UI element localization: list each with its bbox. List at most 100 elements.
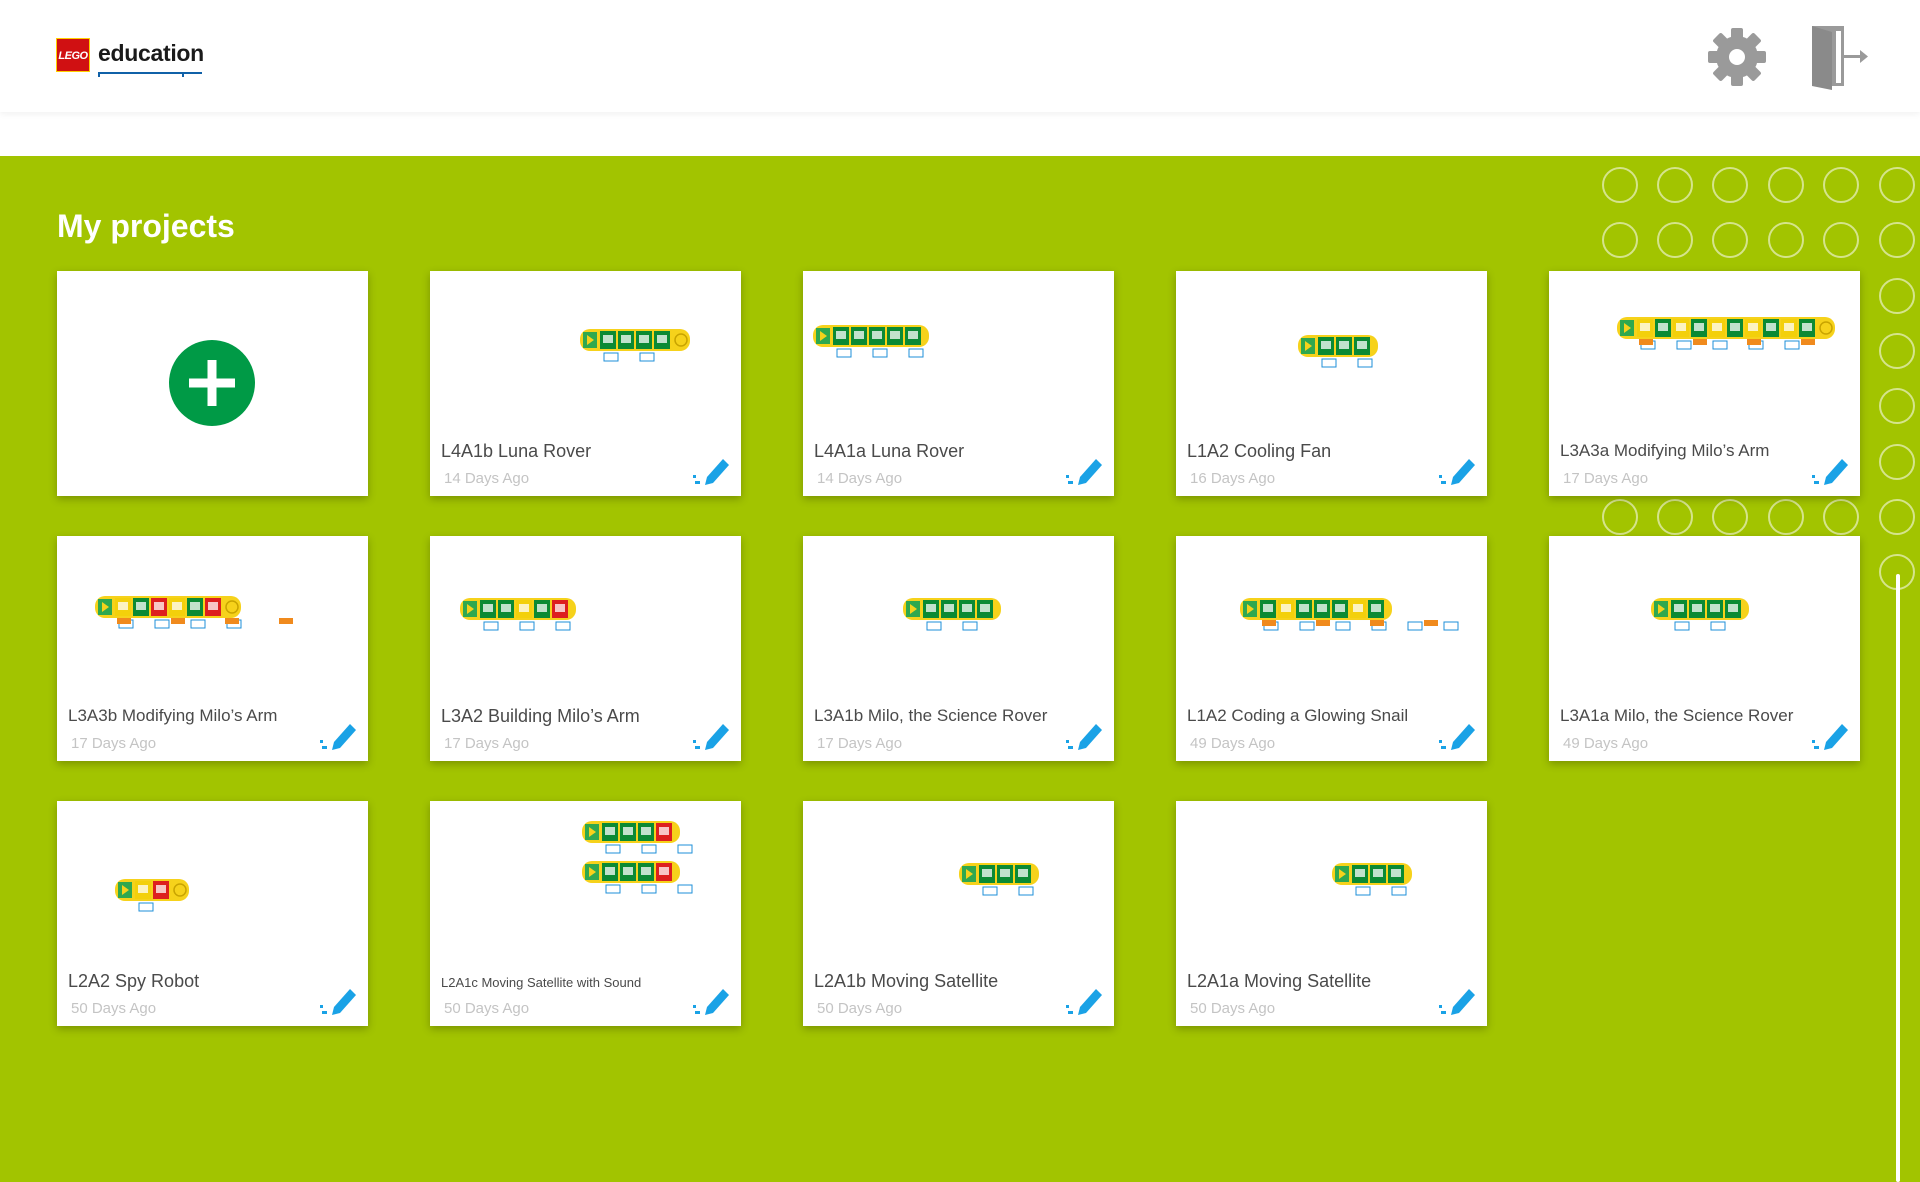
sensor-input-block bbox=[225, 618, 239, 624]
sensor-input-block bbox=[1262, 620, 1276, 626]
edit-project-button[interactable] bbox=[1066, 720, 1104, 750]
code-block-glyph bbox=[1353, 604, 1363, 612]
header-spacer bbox=[0, 112, 1920, 156]
stud-circle bbox=[1823, 499, 1859, 535]
project-card[interactable]: L1A2 Cooling Fan 16 Days Ago bbox=[1176, 271, 1487, 496]
code-block-glyph bbox=[1000, 869, 1010, 877]
code-block-glyph bbox=[623, 827, 633, 835]
code-block-glyph bbox=[1692, 604, 1702, 612]
input-value-box bbox=[1676, 340, 1692, 350]
project-card[interactable]: L3A3b Modifying Milo’s Arm 17 Days Ago bbox=[57, 536, 368, 761]
project-date: 17 Days Ago bbox=[71, 735, 157, 752]
sensor-input-block bbox=[1639, 339, 1653, 345]
code-block-glyph bbox=[1018, 869, 1028, 877]
new-project-card[interactable] bbox=[57, 271, 368, 496]
project-card[interactable]: L3A1b Milo, the Science Rover 17 Days Ago bbox=[803, 536, 1114, 761]
code-block-glyph bbox=[854, 331, 864, 339]
stud-circle bbox=[1823, 167, 1859, 203]
project-date: 50 Days Ago bbox=[444, 1000, 530, 1017]
scrollbar[interactable] bbox=[1896, 574, 1900, 1182]
project-card[interactable]: L2A1b Moving Satellite 50 Days Ago bbox=[803, 801, 1114, 1026]
projects-area: My projects L4A1b Luna Rover 14 Days Ago L… bbox=[0, 156, 1920, 1182]
project-card[interactable]: L4A1b Luna Rover 14 Days Ago bbox=[430, 271, 741, 496]
project-name: L1A2 Coding a Glowing Snail bbox=[1187, 706, 1409, 725]
input-value-box bbox=[1321, 358, 1337, 368]
edit-project-button[interactable] bbox=[1439, 985, 1477, 1015]
project-card[interactable]: L3A2 Building Milo’s Arm 17 Days Ago bbox=[430, 536, 741, 761]
code-block-glyph bbox=[1373, 869, 1383, 877]
input-value-box bbox=[138, 902, 154, 912]
project-name: L3A1b Milo, the Science Rover bbox=[814, 706, 1048, 725]
stud-circle bbox=[1879, 278, 1915, 314]
plus-icon bbox=[189, 360, 235, 406]
project-card[interactable]: L3A3a Modifying Milo’s Arm 17 Days Ago bbox=[1549, 271, 1860, 496]
sensor-input-block bbox=[1801, 339, 1815, 345]
project-card[interactable]: L2A1a Moving Satellite 50 Days Ago bbox=[1176, 801, 1487, 1026]
project-card[interactable]: L3A1a Milo, the Science Rover 49 Days Ago bbox=[1549, 536, 1860, 761]
pencil-icon bbox=[1812, 459, 1848, 485]
project-card[interactable]: L4A1a Luna Rover 14 Days Ago bbox=[803, 271, 1114, 496]
code-preview-thumbnail bbox=[1332, 863, 1412, 896]
edit-project-button[interactable] bbox=[693, 720, 731, 750]
logo-underline-tick bbox=[182, 72, 184, 77]
code-block-glyph bbox=[1321, 341, 1331, 349]
settings-button[interactable] bbox=[1706, 26, 1768, 88]
edit-project-button[interactable] bbox=[693, 455, 731, 485]
input-value-box bbox=[603, 352, 619, 362]
project-date: 17 Days Ago bbox=[444, 735, 530, 752]
code-block-glyph bbox=[621, 335, 631, 343]
project-date: 50 Days Ago bbox=[817, 1000, 903, 1017]
project-name: L3A2 Building Milo’s Arm bbox=[441, 706, 640, 726]
stud-circle bbox=[1712, 167, 1748, 203]
code-block-glyph bbox=[641, 827, 651, 835]
new-project-button[interactable] bbox=[169, 340, 255, 426]
input-value-box bbox=[519, 621, 535, 631]
edit-project-button[interactable] bbox=[1439, 455, 1477, 485]
code-block-glyph bbox=[1640, 323, 1650, 331]
input-value-box bbox=[154, 619, 170, 629]
code-preview-thumbnail bbox=[95, 596, 293, 629]
input-value-box bbox=[1391, 886, 1407, 896]
project-card[interactable]: L1A2 Coding a Glowing Snail 49 Days Ago bbox=[1176, 536, 1487, 761]
logo-underline-tick bbox=[98, 72, 100, 77]
project-date: 14 Days Ago bbox=[444, 470, 530, 487]
page-title: My projects bbox=[57, 208, 235, 244]
input-value-box bbox=[1407, 621, 1423, 631]
sensor-input-block bbox=[279, 618, 293, 624]
code-block-glyph bbox=[1357, 341, 1367, 349]
input-value-box bbox=[982, 886, 998, 896]
edit-project-button[interactable] bbox=[1066, 985, 1104, 1015]
code-preview-thumbnail bbox=[1298, 335, 1378, 368]
project-card[interactable]: L2A1c Moving Satellite with Sound 50 Days… bbox=[430, 801, 741, 1026]
stud-circle bbox=[1768, 222, 1804, 258]
input-value-box bbox=[605, 844, 621, 854]
edit-project-button[interactable] bbox=[320, 720, 358, 750]
stud-circle bbox=[1657, 167, 1693, 203]
edit-project-button[interactable] bbox=[1812, 455, 1850, 485]
edit-project-button[interactable] bbox=[693, 985, 731, 1015]
project-date: 17 Days Ago bbox=[817, 735, 903, 752]
sensor-input-block bbox=[1370, 620, 1384, 626]
stud-circle bbox=[1712, 222, 1748, 258]
project-name: L3A1a Milo, the Science Rover bbox=[1560, 706, 1794, 725]
code-block-glyph bbox=[1712, 323, 1722, 331]
project-card[interactable]: L2A2 Spy Robot 50 Days Ago bbox=[57, 801, 368, 1026]
code-block-glyph bbox=[623, 867, 633, 875]
code-block-glyph bbox=[154, 602, 164, 610]
code-block-glyph bbox=[944, 604, 954, 612]
input-value-box bbox=[1674, 621, 1690, 631]
edit-project-button[interactable] bbox=[320, 985, 358, 1015]
edit-project-button[interactable] bbox=[1439, 720, 1477, 750]
exit-button[interactable] bbox=[1806, 22, 1868, 90]
project-date: 49 Days Ago bbox=[1190, 735, 1276, 752]
stud-circle bbox=[1879, 444, 1915, 480]
edit-project-button[interactable] bbox=[1066, 455, 1104, 485]
project-name: L1A2 Cooling Fan bbox=[1187, 441, 1332, 461]
pencil-icon bbox=[320, 724, 356, 750]
edit-project-button[interactable] bbox=[1812, 720, 1850, 750]
input-value-box bbox=[677, 844, 693, 854]
code-block-glyph bbox=[537, 604, 547, 612]
stud-circle bbox=[1602, 499, 1638, 535]
project-date: 50 Days Ago bbox=[71, 1000, 157, 1017]
code-block-glyph bbox=[980, 604, 990, 612]
